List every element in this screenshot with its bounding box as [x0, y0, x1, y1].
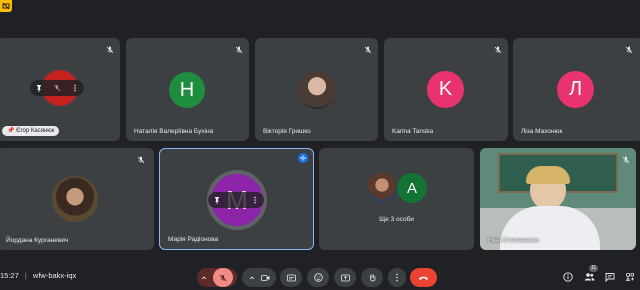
pin-icon[interactable] [35, 84, 43, 92]
more-options-button[interactable] [388, 268, 406, 287]
bottom-toolbar: 15:27 | wfw-bakx-iqx 11 [0, 262, 640, 290]
avatar-photo [52, 176, 98, 222]
camera-icon[interactable] [260, 274, 270, 282]
participant-name: Марія Радіонова [168, 236, 219, 243]
participant-name: Ліза Махонюк [521, 128, 563, 135]
participant-name: Karina Tanska [392, 128, 434, 135]
others-count-label: Ще 3 особи [379, 216, 414, 223]
pin-icon: 📌 [7, 128, 15, 134]
separator: | [24, 271, 27, 280]
tile-participant[interactable]: Вікторія Гришко [255, 38, 378, 141]
tile-participant-video[interactable]: Ніна Степаненко [480, 148, 636, 250]
chevron-up-icon[interactable] [201, 275, 207, 281]
mic-off-icon [493, 42, 503, 54]
meet-stage: 📌 Єгор Касянюк Н Наталія Валеріївна Бухі… [0, 0, 640, 290]
video-person-hair [526, 166, 570, 184]
present-button[interactable] [334, 268, 356, 287]
mic-off-icon [105, 42, 115, 54]
participant-name: Вікторія Гришко [263, 128, 311, 135]
camera-button-group[interactable] [242, 268, 276, 287]
more-icon[interactable] [71, 84, 79, 92]
mic-off-icon [621, 152, 631, 164]
captions-icon [286, 274, 296, 281]
mic-off-icon [363, 42, 373, 54]
hang-up-icon [419, 276, 428, 280]
hand-icon [369, 274, 375, 282]
tile-participant[interactable]: Йордана Курганевич [0, 148, 154, 250]
chat-icon [605, 273, 615, 282]
avatar: Н [169, 72, 205, 108]
tile-others-group[interactable]: A Ще 3 особи [319, 148, 474, 250]
participant-name: Йордана Курганевич [6, 237, 69, 244]
activities-button[interactable] [621, 268, 639, 286]
participant-name: Ніна Степаненко [488, 237, 539, 244]
tile-hover-controls [30, 80, 84, 96]
tile-participant[interactable]: Л Ліза Махонюк [513, 38, 640, 141]
presentation-badge[interactable] [0, 0, 12, 12]
mic-toggle-button[interactable] [213, 268, 233, 287]
more-vert-icon [396, 273, 398, 282]
avatar: A [397, 173, 427, 203]
tile-participant[interactable]: Н Наталія Валеріївна Бухіна [126, 38, 249, 141]
chat-button[interactable] [601, 268, 619, 286]
people-button[interactable]: 11 [580, 265, 599, 286]
people-icon [584, 273, 594, 281]
pinned-name-chip: 📌 Єгор Касянюк [2, 126, 60, 136]
meeting-details-button[interactable] [559, 268, 577, 286]
avatar-photo [367, 173, 397, 203]
meeting-info: 15:27 | wfw-bakx-iqx [0, 271, 76, 280]
activities-icon [625, 272, 634, 281]
clock: 15:27 [0, 271, 19, 280]
tile-pinned[interactable]: 📌 Єгор Касянюк [0, 38, 120, 141]
mic-off-icon [234, 42, 244, 54]
emoji-button[interactable] [307, 268, 329, 287]
mic-off-icon [624, 42, 634, 54]
participant-name: Наталія Валеріївна Бухіна [134, 128, 214, 135]
pin-icon[interactable] [213, 196, 221, 204]
more-icon[interactable] [251, 196, 259, 204]
people-count-badge: 11 [589, 265, 599, 272]
mic-button-group[interactable] [197, 268, 237, 287]
captions-button[interactable] [280, 268, 302, 287]
speaking-indicator-icon [298, 153, 308, 163]
tile-hover-controls [208, 192, 264, 208]
meeting-code: wfw-bakx-iqx [32, 271, 77, 280]
leave-call-button[interactable] [410, 268, 437, 287]
tile-participant[interactable]: K Karina Tanska [384, 38, 508, 141]
avatar: K [427, 71, 464, 108]
avatar-photo [298, 71, 336, 109]
mic-off-icon [136, 152, 146, 164]
emoji-icon [313, 273, 323, 282]
raise-hand-button[interactable] [361, 268, 383, 287]
mic-off-icon [219, 274, 227, 281]
present-icon [2, 2, 10, 10]
present-screen-icon [340, 274, 350, 281]
tile-participant-speaking[interactable]: М Марія Радіонова [159, 148, 314, 250]
chevron-up-icon[interactable] [249, 275, 255, 281]
mute-icon[interactable] [53, 84, 61, 92]
info-icon [563, 272, 573, 282]
avatar: Л [557, 71, 594, 108]
